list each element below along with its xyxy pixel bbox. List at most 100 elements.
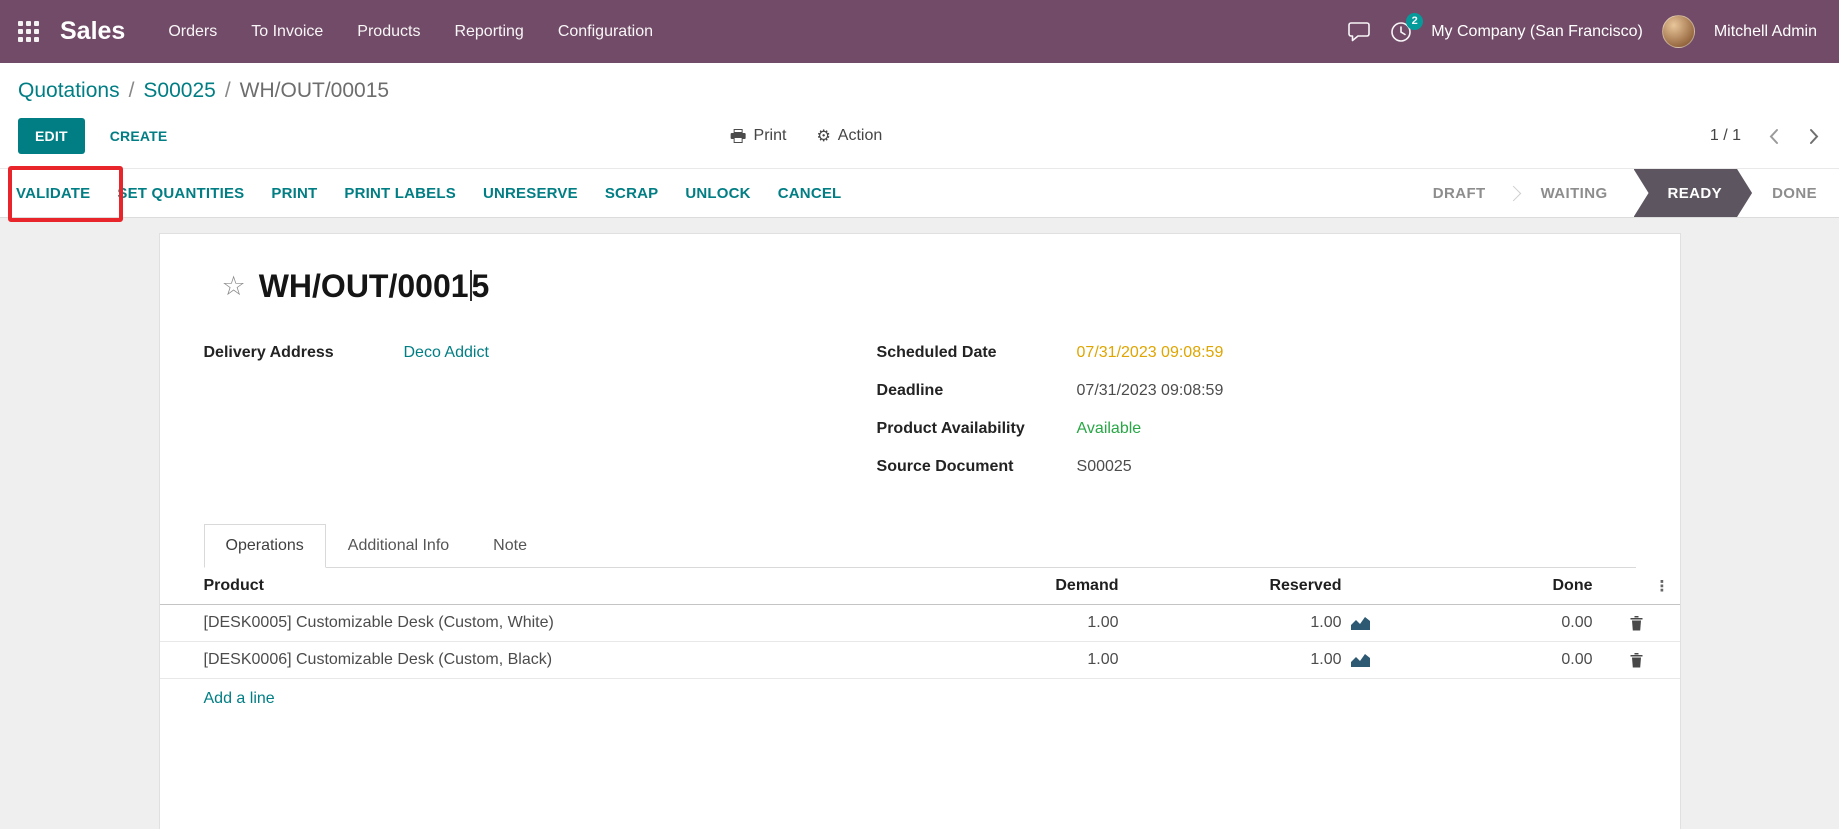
unreserve-button[interactable]: UNRESERVE (483, 185, 578, 202)
pager-value[interactable]: 1 / 1 (1710, 127, 1741, 145)
operations-table: Product Demand Reserved Done ⋮ [DESK0005… (160, 568, 1680, 719)
avatar[interactable] (1662, 15, 1695, 48)
app-name[interactable]: Sales (60, 17, 125, 46)
menu-products[interactable]: Products (340, 0, 437, 63)
cancel-button[interactable]: CANCEL (778, 185, 842, 202)
gear-icon: ⚙ (816, 126, 830, 146)
print-menu-label: Print (754, 127, 787, 145)
product-cell: [DESK0006] Customizable Desk (Custom, Bl… (160, 642, 939, 678)
status-pipeline: DRAFT WAITING READY DONE (1413, 169, 1839, 217)
favorite-star-icon[interactable]: ☆ (222, 273, 246, 300)
field-label: Delivery Address (204, 342, 404, 364)
reserved-cell: 1.00 (1119, 642, 1370, 678)
breadcrumb-separator: / (225, 79, 231, 102)
company-switcher[interactable]: My Company (San Francisco) (1431, 23, 1643, 41)
stage-done: DONE (1752, 169, 1839, 217)
record-title: WH/OUT/00015 (259, 268, 490, 305)
delete-row-trash-icon[interactable] (1629, 615, 1644, 631)
unlock-button[interactable]: UNLOCK (685, 185, 750, 202)
optional-columns-toggle[interactable]: ⋮ (1655, 579, 1670, 594)
field-groups: Delivery Address Deco Addict Scheduled D… (204, 342, 1636, 494)
table-row[interactable]: [DESK0005] Customizable Desk (Custom, Wh… (160, 605, 1680, 642)
breadcrumb-current: WH/OUT/00015 (240, 79, 389, 102)
field-scheduled-date: Scheduled Date 07/31/2023 09:08:59 (877, 342, 1636, 364)
field-label: Source Document (877, 456, 1077, 478)
table-row[interactable]: [DESK0006] Customizable Desk (Custom, Bl… (160, 642, 1680, 679)
pager-next-button[interactable] (1807, 126, 1821, 147)
control-panel-buttons: EDIT CREATE Print ⚙ Action 1 / 1 (18, 105, 1821, 168)
row-actions (1593, 652, 1680, 668)
menu-orders[interactable]: Orders (151, 0, 234, 63)
delivery-address-link[interactable]: Deco Addict (404, 342, 489, 364)
field-group-left: Delivery Address Deco Addict (204, 342, 877, 494)
pager-previous-button[interactable] (1767, 126, 1781, 147)
menu-reporting[interactable]: Reporting (437, 0, 540, 63)
validate-button[interactable]: VALIDATE (16, 185, 90, 202)
forecast-chart-icon[interactable] (1351, 654, 1370, 667)
source-document-value: S00025 (1077, 456, 1132, 478)
print-menu-button[interactable]: Print (730, 126, 787, 146)
demand-cell: 1.00 (939, 642, 1119, 678)
delete-row-trash-icon[interactable] (1629, 652, 1644, 668)
create-button[interactable]: CREATE (110, 128, 168, 144)
breadcrumb: Quotations / S00025 / WH/OUT/00015 (18, 77, 1821, 105)
print-button[interactable]: PRINT (271, 185, 317, 202)
main-menu: Orders To Invoice Products Reporting Con… (151, 0, 670, 63)
scheduled-date-value: 07/31/2023 09:08:59 (1077, 342, 1224, 364)
table-header-row: Product Demand Reserved Done ⋮ (160, 568, 1680, 605)
tab-operations[interactable]: Operations (204, 524, 326, 568)
done-cell: 0.00 (1370, 605, 1593, 641)
print-labels-button[interactable]: PRINT LABELS (344, 185, 456, 202)
control-panel: Quotations / S00025 / WH/OUT/00015 EDIT CREA… (0, 63, 1839, 168)
activity-menu-button[interactable]: 2 (1390, 21, 1412, 43)
deadline-value: 07/31/2023 09:08:59 (1077, 380, 1224, 402)
col-header-done[interactable]: Done (1370, 568, 1593, 604)
demand-cell: 1.00 (939, 605, 1119, 641)
top-navbar: Sales Orders To Invoice Products Reporti… (0, 0, 1839, 63)
form-view-background: ☆ WH/OUT/00015 Delivery Address Deco Add… (0, 218, 1839, 829)
field-source-document: Source Document S00025 (877, 456, 1636, 478)
menu-to-invoice[interactable]: To Invoice (234, 0, 340, 63)
reserved-value: 1.00 (1310, 651, 1341, 669)
breadcrumb-sale-order[interactable]: S00025 (143, 79, 215, 102)
field-label: Scheduled Date (877, 342, 1077, 364)
field-label: Deadline (877, 380, 1077, 402)
workflow-buttons: VALIDATE SET QUANTITIES PRINT PRINT LABE… (16, 185, 841, 202)
breadcrumb-quotations[interactable]: Quotations (18, 79, 120, 102)
add-a-line-button[interactable]: Add a line (160, 679, 275, 719)
statusbar: VALIDATE SET QUANTITIES PRINT PRINT LABE… (0, 168, 1839, 218)
messages-icon[interactable] (1347, 21, 1371, 43)
title-row: ☆ WH/OUT/00015 (204, 268, 1636, 305)
field-deadline: Deadline 07/31/2023 09:08:59 (877, 380, 1636, 402)
reserved-value: 1.00 (1310, 614, 1341, 632)
breadcrumb-separator: / (129, 79, 135, 102)
form-sheet: ☆ WH/OUT/00015 Delivery Address Deco Add… (159, 233, 1681, 829)
field-group-right: Scheduled Date 07/31/2023 09:08:59 Deadl… (877, 342, 1636, 494)
forecast-chart-icon[interactable] (1351, 617, 1370, 630)
action-menus: Print ⚙ Action (730, 126, 883, 146)
col-header-product[interactable]: Product (160, 571, 939, 601)
user-menu[interactable]: Mitchell Admin (1714, 23, 1817, 41)
edit-button[interactable]: EDIT (18, 118, 85, 154)
scrap-button[interactable]: SCRAP (605, 185, 659, 202)
printer-icon (730, 129, 747, 144)
tab-additional-info[interactable]: Additional Info (326, 524, 471, 568)
tab-note[interactable]: Note (471, 524, 549, 568)
action-menu-button[interactable]: ⚙ Action (816, 126, 882, 146)
set-quantities-button[interactable]: SET QUANTITIES (117, 185, 244, 202)
col-header-actions: ⋮ (1593, 579, 1680, 594)
pager: 1 / 1 (1710, 126, 1821, 147)
menu-configuration[interactable]: Configuration (541, 0, 670, 63)
row-actions (1593, 615, 1680, 631)
availability-value: Available (1077, 418, 1142, 440)
chevron-left-icon (1769, 128, 1779, 145)
product-cell: [DESK0005] Customizable Desk (Custom, Wh… (160, 605, 939, 641)
reserved-cell: 1.00 (1119, 605, 1370, 641)
record-title-text: WH/OUT/0001 (259, 268, 469, 304)
field-product-availability: Product Availability Available (877, 418, 1636, 440)
col-header-reserved[interactable]: Reserved (1119, 568, 1370, 604)
action-menu-label: Action (838, 127, 882, 145)
col-header-demand[interactable]: Demand (939, 568, 1119, 604)
apps-menu-button[interactable] (18, 21, 40, 43)
done-cell: 0.00 (1370, 642, 1593, 678)
